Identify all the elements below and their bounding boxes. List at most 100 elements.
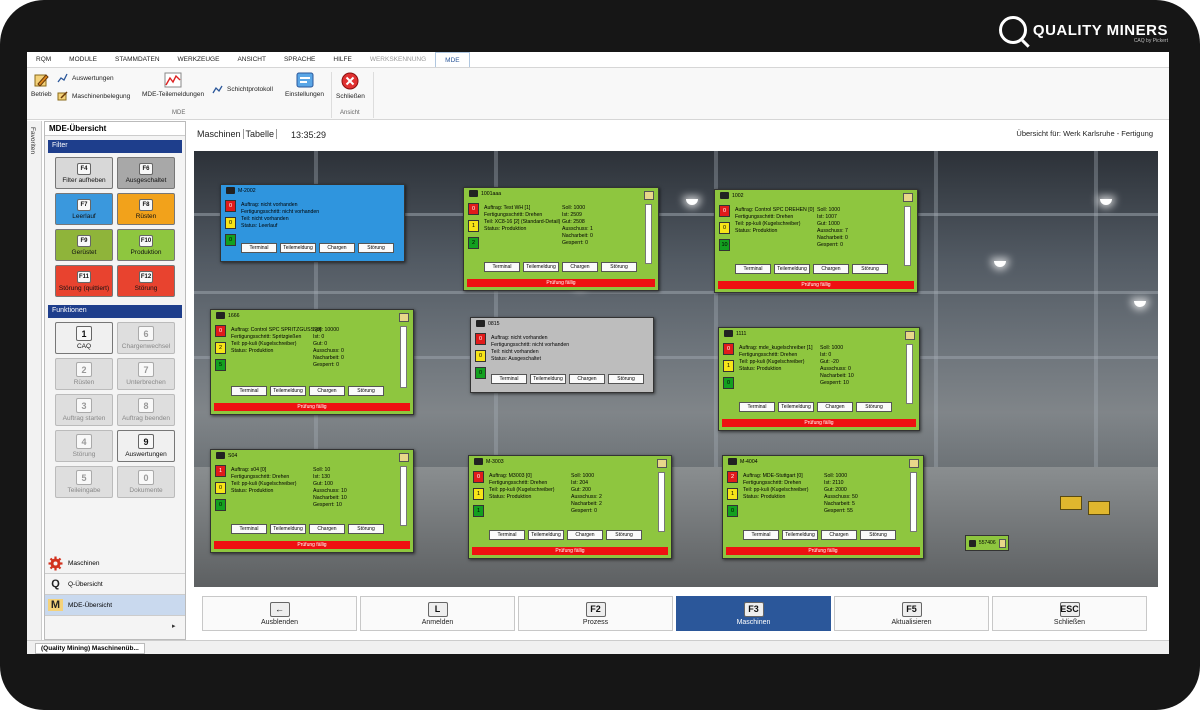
card-scrollbar[interactable] (658, 472, 665, 532)
chargen-button[interactable]: Chargen (569, 374, 605, 384)
tab-tabelle[interactable]: Tabelle (244, 129, 278, 139)
menu-stammdaten[interactable]: STAMMDATEN (106, 52, 169, 67)
menu-hilfe[interactable]: HILFE (324, 52, 360, 67)
teilemeldung-button[interactable]: Teilemeldung (530, 374, 566, 384)
teilemeldung-button[interactable]: Teilemeldung (528, 530, 564, 540)
pruefung-faellig-alert[interactable]: Prüfung fällig (214, 403, 410, 411)
chargen-button[interactable]: Chargen (309, 524, 345, 534)
function-0-button[interactable]: 0 Dokumente (117, 466, 175, 498)
mde-teilemeldungen-button[interactable]: MDE-Teilemeldungen (142, 72, 204, 98)
menu-ansicht[interactable]: ANSICHT (228, 52, 275, 67)
machine-card[interactable]: 1001aaa 0 1 2 Auftrag: Test WH [1] Fertigungs… (463, 187, 659, 291)
filter-f4-button[interactable]: F4 Filter aufheben (55, 157, 113, 189)
schliessen-button[interactable]: Schließen (336, 72, 365, 100)
checkbox-icon[interactable] (657, 459, 667, 468)
terminal-button[interactable]: Terminal (739, 402, 775, 412)
chargen-button[interactable]: Chargen (319, 243, 355, 253)
teilemeldung-button[interactable]: Teilemeldung (270, 524, 306, 534)
menu-module[interactable]: MODULE (60, 52, 106, 67)
filter-f11-button[interactable]: F11 Störung (quittiert) (55, 265, 113, 297)
nav-mde-uebersicht[interactable]: M MDE-Übersicht (45, 595, 185, 616)
bottom-key-ausblenden[interactable]: ← Ausblenden (202, 596, 357, 631)
card-scrollbar[interactable] (400, 466, 407, 526)
stoerung-button[interactable]: Störung (601, 262, 637, 272)
teilemeldung-button[interactable]: Teilemeldung (270, 386, 306, 396)
machine-card[interactable]: M-3003 0 1 1 Auftrag: M3003 [0] Fertigungssch… (468, 455, 672, 559)
stoerung-button[interactable]: Störung (852, 264, 888, 274)
card-scrollbar[interactable] (904, 206, 911, 266)
terminal-button[interactable]: Terminal (735, 264, 771, 274)
teilemeldung-button[interactable]: Teilemeldung (280, 243, 316, 253)
stoerung-button[interactable]: Störung (860, 530, 896, 540)
function-3-button[interactable]: 3 Auftrag starten (55, 394, 113, 426)
teilemeldung-button[interactable]: Teilemeldung (782, 530, 818, 540)
function-1-button[interactable]: 1 CAQ (55, 322, 113, 354)
card-scrollbar[interactable] (910, 472, 917, 532)
filter-f7-button[interactable]: F7 Leerlauf (55, 193, 113, 225)
bottom-key-prozess[interactable]: F2 Prozess (518, 596, 673, 631)
teilemeldung-button[interactable]: Teilemeldung (778, 402, 814, 412)
pruefung-faellig-alert[interactable]: Prüfung fällig (472, 547, 668, 555)
stoerung-button[interactable]: Störung (856, 402, 892, 412)
pruefung-faellig-alert[interactable]: Prüfung fällig (214, 541, 410, 549)
bottom-key-maschinen[interactable]: F3 Maschinen (676, 596, 831, 631)
function-8-button[interactable]: 8 Auftrag beenden (117, 394, 175, 426)
teilemeldung-button[interactable]: Teilemeldung (523, 262, 559, 272)
checkbox-icon[interactable] (903, 193, 913, 202)
auswertungen-button[interactable]: Auswertungen (57, 73, 114, 83)
nav-maschinen[interactable]: Maschinen (45, 553, 185, 574)
machine-card[interactable]: 1111 0 1 0 Auftrag: mde_kugelschreiber [1] Fe… (718, 327, 920, 431)
teilemeldung-button[interactable]: Teilemeldung (774, 264, 810, 274)
checkbox-icon[interactable] (905, 331, 915, 340)
machine-card[interactable]: S04 1 0 0 Auftrag: s04 [0] Fertigungsschritt:… (210, 449, 414, 553)
filter-f10-button[interactable]: F10 Produktion (117, 229, 175, 261)
function-6-button[interactable]: 6 Chargenwechsel (117, 322, 175, 354)
machine-card-minimized[interactable]: 557406 (965, 535, 1009, 551)
terminal-button[interactable]: Terminal (231, 386, 267, 396)
stoerung-button[interactable]: Störung (348, 386, 384, 396)
einstellungen-button[interactable]: Einstellungen (285, 72, 324, 98)
stoerung-button[interactable]: Störung (606, 530, 642, 540)
schichtprotokoll-button[interactable]: Schichtprotokoll (212, 84, 273, 94)
menu-sprache[interactable]: SPRACHE (275, 52, 324, 67)
betrieb-button[interactable]: Betrieb (31, 72, 52, 98)
bottom-key-anmelden[interactable]: L Anmelden (360, 596, 515, 631)
stoerung-button[interactable]: Störung (358, 243, 394, 253)
machine-card[interactable]: M-2002 0 0 0 Auftrag: nicht vorhanden Fertigu… (220, 184, 405, 262)
terminal-button[interactable]: Terminal (231, 524, 267, 534)
checkbox-icon[interactable] (399, 313, 409, 322)
chargen-button[interactable]: Chargen (562, 262, 598, 272)
pruefung-faellig-alert[interactable]: Prüfung fällig (718, 281, 914, 289)
chargen-button[interactable]: Chargen (567, 530, 603, 540)
function-2-button[interactable]: 2 Rüsten (55, 358, 113, 390)
bottom-key-schließen[interactable]: ESC Schließen (992, 596, 1147, 631)
checkbox-icon[interactable] (399, 453, 409, 462)
menu-werkzeuge[interactable]: WERKZEUGE (169, 52, 229, 67)
machine-card[interactable]: M-4004 2 1 0 Auftrag: MDE-Stuttgart [0] Ferti… (722, 455, 924, 559)
favorites-bar[interactable]: Favoriten (27, 121, 42, 640)
menu-mde[interactable]: MDE (435, 52, 470, 67)
stoerung-button[interactable]: Störung (608, 374, 644, 384)
taskbar-item[interactable]: (Quality Mining) Maschinenüb... (35, 643, 145, 654)
function-9-button[interactable]: 9 Auswertungen (117, 430, 175, 462)
terminal-button[interactable]: Terminal (491, 374, 527, 384)
filter-f8-button[interactable]: F8 Rüsten (117, 193, 175, 225)
chargen-button[interactable]: Chargen (817, 402, 853, 412)
terminal-button[interactable]: Terminal (241, 243, 277, 253)
checkbox-icon[interactable] (644, 191, 654, 200)
maschinenbelegung-button[interactable]: Maschinenbelegung (57, 91, 130, 101)
chargen-button[interactable]: Chargen (309, 386, 345, 396)
tab-maschinen[interactable]: Maschinen (195, 129, 244, 139)
card-scrollbar[interactable] (645, 204, 652, 264)
machine-card[interactable]: 1666 0 2 5 Auftrag: Control SPC SPRITZGUSS [… (210, 309, 414, 415)
filter-f9-button[interactable]: F9 Gerüstet (55, 229, 113, 261)
menu-rqm[interactable]: RQM (27, 52, 60, 67)
filter-f12-button[interactable]: F12 Störung (117, 265, 175, 297)
machine-card[interactable]: 1002 0 0 10 Auftrag: Control SPC DREHEN [0] F… (714, 189, 918, 293)
terminal-button[interactable]: Terminal (489, 530, 525, 540)
nav-q-uebersicht[interactable]: Q Q-Übersicht (45, 574, 185, 595)
checkbox-icon[interactable] (909, 459, 919, 468)
pruefung-faellig-alert[interactable]: Prüfung fällig (467, 279, 655, 287)
chargen-button[interactable]: Chargen (813, 264, 849, 274)
machine-card[interactable]: 0815 0 0 0 Auftrag: nicht vorhanden Fertigung… (470, 317, 654, 393)
